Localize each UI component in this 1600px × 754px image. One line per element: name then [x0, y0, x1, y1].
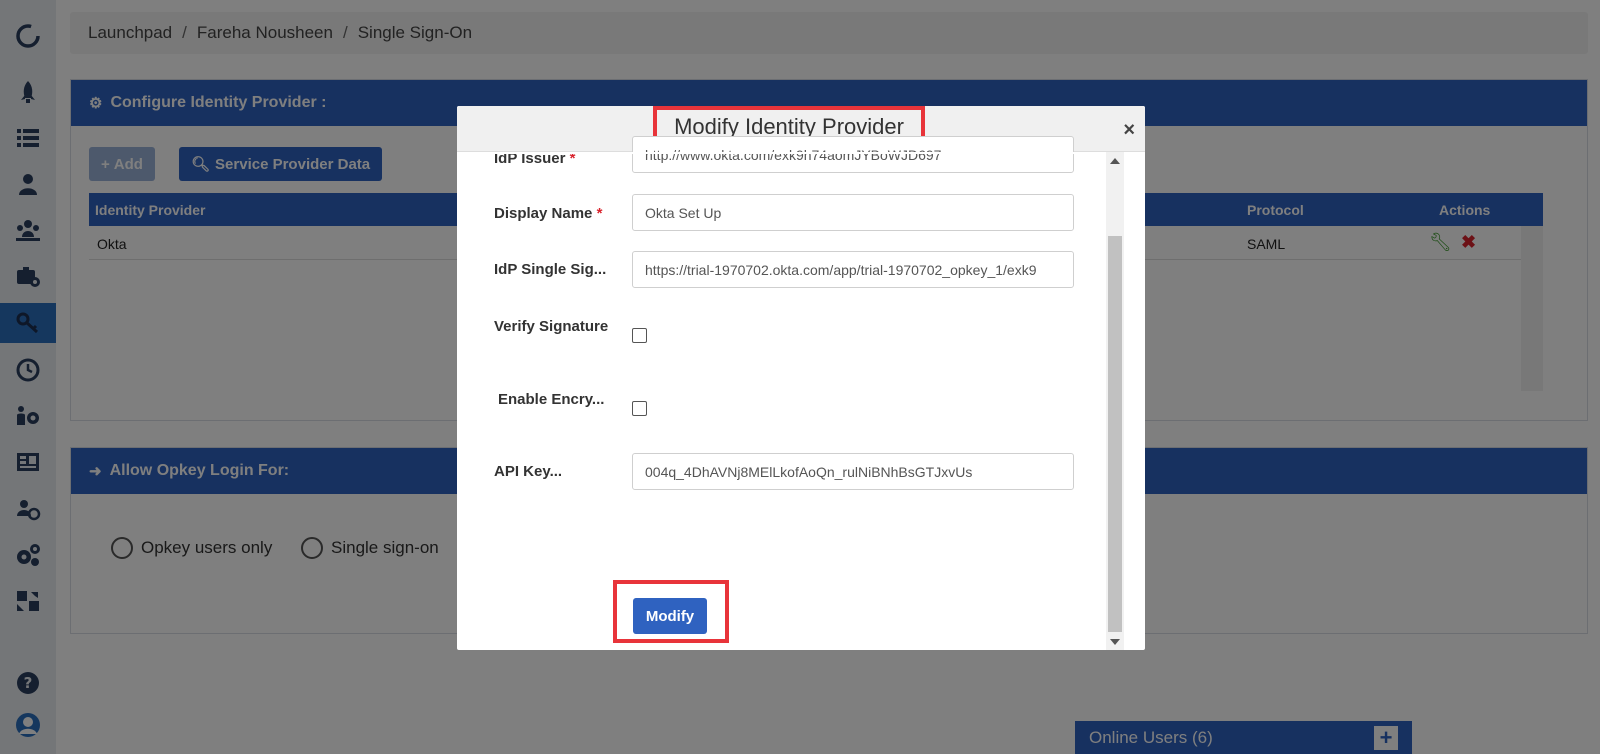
idp-sso-label: IdP Single Sig... — [494, 261, 607, 278]
scroll-clip — [457, 152, 1106, 154]
verify-signature-label: Verify Signature — [494, 318, 609, 335]
idp-issuer-input[interactable] — [632, 136, 1074, 173]
enable-encryption-checkbox[interactable] — [632, 401, 647, 416]
modal-scrollbar[interactable] — [1106, 152, 1124, 650]
enable-encryption-label: Enable Encry... — [498, 391, 605, 408]
verify-signature-checkbox[interactable] — [632, 328, 647, 343]
required-mark: * — [596, 205, 603, 222]
display-name-label-text: Display Name — [494, 205, 593, 222]
display-name-input[interactable] — [632, 194, 1074, 231]
display-name-label: Display Name * — [494, 205, 602, 222]
modify-idp-modal: Modify Identity Provider × IdP Issuer * … — [457, 106, 1145, 650]
api-key-label: API Key... — [494, 463, 563, 480]
idp-sso-url-input[interactable] — [632, 251, 1074, 288]
close-icon[interactable]: × — [1123, 119, 1135, 142]
scroll-thumb[interactable] — [1108, 236, 1122, 632]
scroll-up-arrow-icon[interactable] — [1110, 158, 1120, 164]
modify-button[interactable]: Modify — [633, 598, 707, 634]
api-key-input[interactable] — [632, 453, 1074, 490]
scroll-down-arrow-icon[interactable] — [1110, 639, 1120, 645]
